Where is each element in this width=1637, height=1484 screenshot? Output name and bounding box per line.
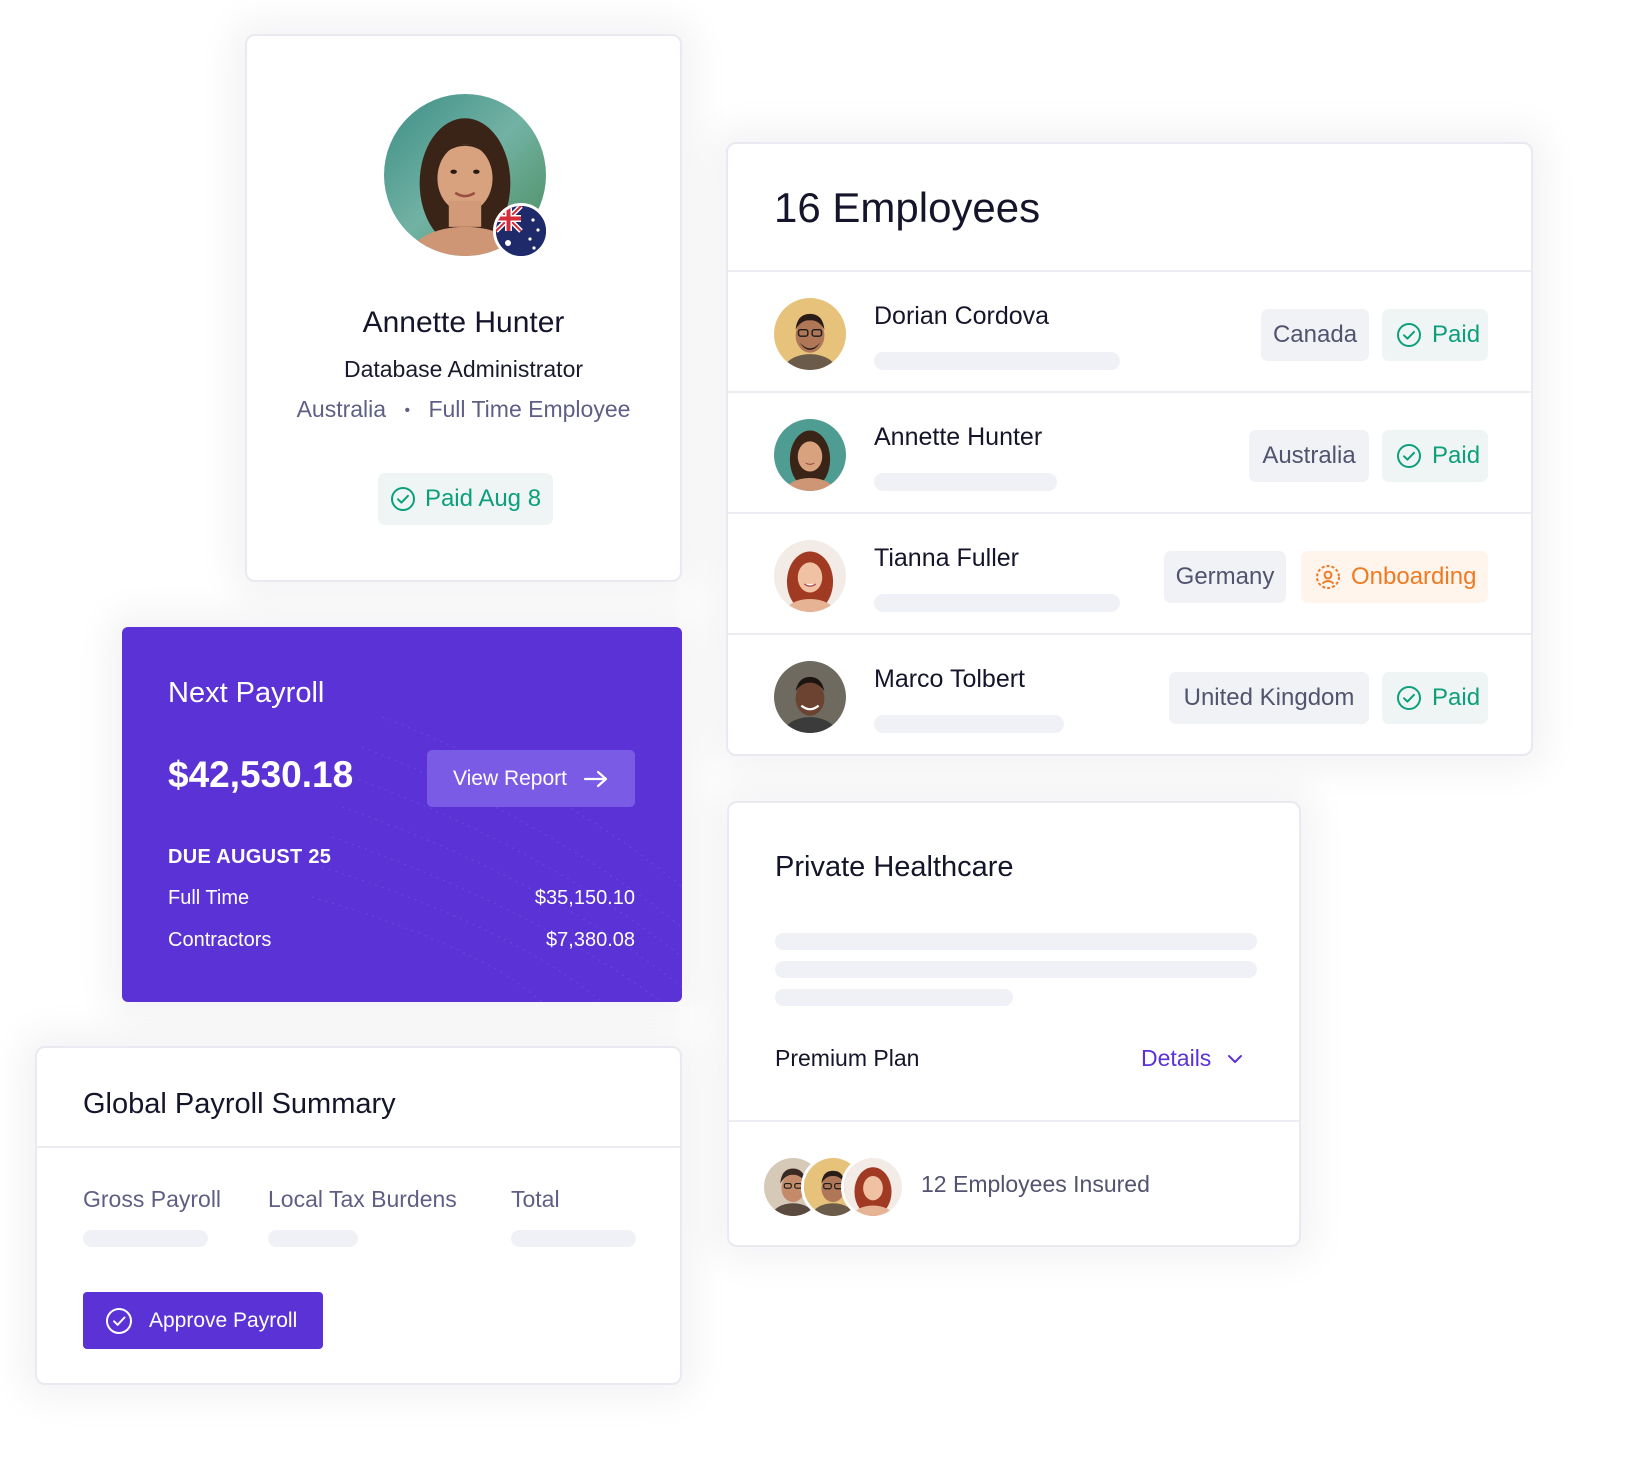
skeleton-bar <box>775 989 1013 1006</box>
status-label: Onboarding <box>1351 563 1477 590</box>
employees-card: 16 Employees Dorian Cordova Canada Paid … <box>726 142 1533 756</box>
country-badge: Australia <box>1249 430 1369 482</box>
summary-column-total: Total <box>511 1186 560 1212</box>
avatar <box>774 540 846 612</box>
status-badge: Paid <box>1382 672 1488 724</box>
country-badge: United Kingdom <box>1169 672 1369 724</box>
view-report-label: View Report <box>452 766 567 790</box>
country-label: United Kingdom <box>1183 684 1355 711</box>
summary-column-gross: Gross Payroll <box>83 1186 222 1212</box>
payroll-due-date: DUE AUGUST 25 <box>168 846 332 868</box>
avatar <box>774 661 846 733</box>
skeleton-bar <box>83 1230 208 1247</box>
check-circle-icon <box>105 1307 133 1335</box>
details-toggle[interactable]: Details <box>1141 1045 1243 1072</box>
payroll-line-value: $35,150.10 <box>534 887 635 909</box>
status-label: Paid <box>1432 321 1481 348</box>
summary-column-tax: Local Tax Burdens <box>268 1186 457 1212</box>
skeleton-bar <box>775 961 1257 978</box>
employee-row[interactable]: Dorian Cordova Canada Paid <box>728 270 1531 396</box>
profile-meta: Australia • Full Time Employee <box>247 396 680 423</box>
australia-flag-icon <box>493 203 549 259</box>
status-badge: Paid <box>1382 430 1488 482</box>
divider <box>37 1146 680 1148</box>
employee-name: Marco Tolbert <box>874 665 1025 693</box>
employees-title: 16 Employees <box>774 184 1041 231</box>
meta-separator: • <box>404 402 411 419</box>
avatar <box>774 419 846 491</box>
healthcare-title: Private Healthcare <box>775 851 1014 883</box>
status-label: Paid <box>1432 684 1481 711</box>
arrow-right-icon <box>583 769 609 789</box>
skeleton-bar <box>268 1230 358 1247</box>
approve-payroll-label: Approve Payroll <box>149 1308 298 1332</box>
user-circle-icon <box>1315 564 1341 590</box>
profile-name: Annette Hunter <box>362 306 565 339</box>
check-circle-icon <box>390 486 416 512</box>
payroll-line-full-time: Full Time $35,150.10 <box>168 887 635 910</box>
check-circle-icon <box>1396 685 1422 711</box>
payroll-amount: $42,530.18 <box>168 754 354 795</box>
avatar <box>841 1155 905 1219</box>
employee-row[interactable]: Annette Hunter Australia Paid <box>728 391 1531 517</box>
country-label: Canada <box>1272 321 1358 348</box>
profile-employment-type: Full Time Employee <box>428 396 631 422</box>
healthcare-card: Private Healthcare Premium Plan Details … <box>727 801 1301 1247</box>
skeleton-bar <box>874 594 1120 612</box>
next-payroll-card: Next Payroll $42,530.18 View Report DUE … <box>122 627 682 1002</box>
payroll-line-label: Contractors <box>168 929 272 951</box>
details-label: Details <box>1141 1045 1212 1071</box>
country-label: Germany <box>1175 563 1275 590</box>
skeleton-bar <box>874 473 1057 491</box>
status-badge: Onboarding <box>1301 551 1488 603</box>
insured-count: 12 Employees Insured <box>921 1171 1150 1197</box>
payroll-summary-card: Global Payroll Summary Gross Payroll Loc… <box>35 1046 682 1385</box>
check-circle-icon <box>1396 443 1422 469</box>
chevron-down-icon <box>1227 1053 1243 1065</box>
status-badge: Paid <box>1382 309 1488 361</box>
profile-role: Database Administrator <box>343 356 584 382</box>
payroll-title: Next Payroll <box>168 677 325 709</box>
employee-row[interactable]: Marco Tolbert United Kingdom Paid <box>728 633 1531 759</box>
employee-name: Annette Hunter <box>874 423 1043 451</box>
plan-name: Premium Plan <box>775 1045 920 1071</box>
paid-status-badge: Paid Aug 8 <box>378 473 553 525</box>
employee-name: Dorian Cordova <box>874 302 1050 330</box>
payroll-line-label: Full Time <box>168 887 250 909</box>
avatar <box>774 298 846 370</box>
summary-title: Global Payroll Summary <box>83 1088 396 1120</box>
skeleton-bar <box>511 1230 636 1247</box>
profile-country: Australia <box>296 396 387 422</box>
check-circle-icon <box>1396 322 1422 348</box>
payroll-line-value: $7,380.08 <box>546 929 635 951</box>
status-label: Paid <box>1432 442 1481 469</box>
employee-row[interactable]: Tianna Fuller Germany Onboarding <box>728 512 1531 638</box>
skeleton-bar <box>874 352 1120 370</box>
view-report-button[interactable]: View Report <box>427 750 635 807</box>
country-label: Australia <box>1262 442 1356 469</box>
payroll-line-contractors: Contractors $7,380.08 <box>168 929 635 952</box>
skeleton-bar <box>874 715 1064 733</box>
divider <box>729 1120 1299 1122</box>
skeleton-bar <box>775 933 1257 950</box>
country-badge: Germany <box>1164 551 1286 603</box>
insured-avatars <box>761 1155 905 1219</box>
approve-payroll-button[interactable]: Approve Payroll <box>83 1292 323 1349</box>
employee-name: Tianna Fuller <box>874 544 1019 572</box>
paid-status-label: Paid Aug 8 <box>424 485 542 512</box>
profile-card: Annette Hunter Database Administrator Au… <box>245 34 682 582</box>
country-badge: Canada <box>1261 309 1369 361</box>
